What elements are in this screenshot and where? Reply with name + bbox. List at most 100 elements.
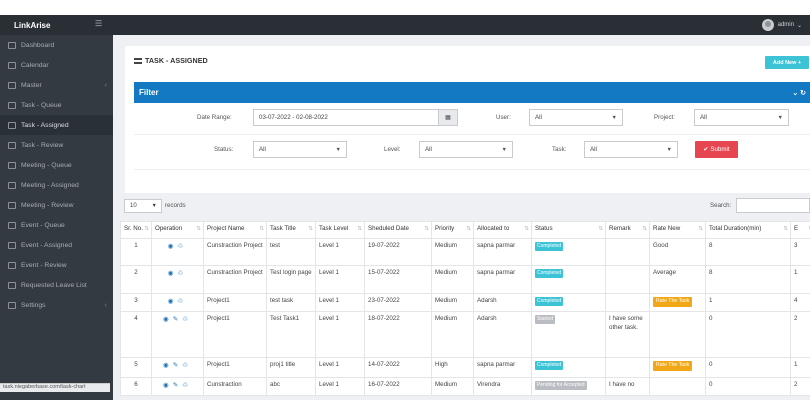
add-new-button[interactable]: Add New + bbox=[765, 56, 809, 69]
rate-task-button[interactable]: Rate The Task bbox=[653, 297, 693, 307]
view-icon[interactable]: ◉ bbox=[163, 381, 169, 390]
date-range-value: 03-07-2022 - 02-08-2022 bbox=[259, 114, 328, 121]
table-cell: Pending for Accepted bbox=[531, 377, 606, 396]
view-icon[interactable]: ◉ bbox=[168, 242, 174, 251]
cell-text: Cunstraction Project bbox=[207, 269, 263, 276]
search-input[interactable] bbox=[736, 198, 810, 213]
sidebar-item-label: Task - Review bbox=[21, 141, 64, 149]
cell-text: 0 bbox=[709, 381, 713, 388]
cell-text: Adarsh bbox=[477, 315, 497, 322]
table-cell: Project1 bbox=[203, 357, 267, 378]
column-header[interactable]: E⇅ bbox=[790, 221, 810, 239]
table-cell: Level 1 bbox=[315, 265, 365, 294]
cell-text: test bbox=[270, 242, 280, 249]
user-label: User: bbox=[496, 114, 511, 121]
menu-toggle-icon[interactable]: ☰ bbox=[95, 19, 102, 28]
table-cell: 1 bbox=[790, 357, 810, 378]
column-header[interactable]: Rate New ⇅ bbox=[649, 221, 706, 239]
status-label: Status: bbox=[214, 146, 234, 153]
user-select[interactable]: All ▼ bbox=[529, 109, 623, 126]
table-row: 6 ◉ ✎ ♲ Cunstraction abc Level 1 16-07-2022 Medi… bbox=[120, 377, 810, 396]
status-select-value: All bbox=[259, 146, 266, 153]
sidebar-item[interactable]: Task - Assigned bbox=[0, 115, 113, 135]
table-cell: 19-07-2022 bbox=[364, 238, 432, 266]
table-cell: 3 bbox=[790, 238, 810, 266]
sidebar-item-label: Dashboard bbox=[21, 41, 55, 49]
view-icon[interactable]: ◉ bbox=[168, 297, 174, 306]
edit-icon[interactable]: ✎ bbox=[173, 315, 178, 324]
column-header[interactable]: Sheduled Date ⇅ bbox=[364, 221, 432, 239]
column-header[interactable]: Total Duration(min) ⇅ bbox=[705, 221, 791, 239]
cell-text: 8 bbox=[709, 269, 713, 276]
edit-icon[interactable]: ✎ bbox=[173, 361, 178, 370]
filter-header[interactable]: Filter ⌄ ↻ bbox=[134, 82, 810, 103]
column-header[interactable]: Remark ⇅ bbox=[605, 221, 650, 239]
status-select[interactable]: All ▼ bbox=[253, 141, 347, 158]
sort-icon: ⇅ bbox=[144, 226, 149, 232]
chevron-down-icon: ▼ bbox=[501, 147, 507, 153]
sidebar-item[interactable]: Event - Queue bbox=[0, 215, 113, 235]
table-cell: Cunstraction Project bbox=[203, 238, 267, 266]
list-icon bbox=[8, 121, 16, 129]
column-header[interactable]: Status ⇅ bbox=[531, 221, 606, 239]
sidebar-item[interactable]: Task - Review bbox=[0, 135, 113, 155]
column-header[interactable]: Project Name ⇅ bbox=[203, 221, 267, 239]
edit-icon[interactable]: ✎ bbox=[173, 381, 178, 390]
sidebar-item[interactable]: Dashboard bbox=[0, 35, 113, 55]
table-cell: test task bbox=[266, 293, 316, 312]
sidebar-item[interactable]: Task - Queue bbox=[0, 95, 113, 115]
delete-icon[interactable]: ♲ bbox=[182, 315, 188, 324]
sidebar-item[interactable]: Master ‹ bbox=[0, 75, 113, 95]
sort-icon: ⇅ bbox=[424, 226, 429, 232]
project-select[interactable]: All ▼ bbox=[694, 109, 789, 126]
table-cell: 5 bbox=[120, 357, 152, 378]
table-cell: Medium bbox=[431, 377, 474, 396]
level-select[interactable]: All ▼ bbox=[419, 141, 513, 158]
collapse-refresh-icons[interactable]: ⌄ ↻ bbox=[792, 89, 806, 97]
sidebar-item[interactable]: Settings ‹ bbox=[0, 295, 113, 315]
delete-icon[interactable]: ♲ bbox=[177, 242, 183, 251]
delete-icon[interactable]: ♲ bbox=[182, 381, 188, 390]
table-cell: sapna parmar bbox=[473, 238, 532, 266]
cell-text: 6 bbox=[134, 381, 138, 388]
table-cell: Good bbox=[649, 238, 706, 266]
table-row: 3 ◉ ♲ Project1 test task Level 1 23-07-2022 Med… bbox=[120, 293, 810, 312]
delete-icon[interactable]: ♲ bbox=[177, 269, 183, 278]
table-cell: Medium bbox=[431, 265, 474, 294]
date-range-input[interactable]: 03-07-2022 - 02-08-2022 ▦ bbox=[253, 109, 458, 126]
sidebar-item[interactable]: Event - Review bbox=[0, 255, 113, 275]
sidebar-item[interactable]: Meeting - Review bbox=[0, 195, 113, 215]
user-menu[interactable]: admin ⌄ bbox=[761, 19, 810, 31]
records-length-select[interactable]: 10 ▼ bbox=[124, 199, 162, 213]
delete-icon[interactable]: ♲ bbox=[182, 361, 188, 370]
table-cell: 8 bbox=[705, 265, 791, 294]
column-header[interactable]: Priority ⇅ bbox=[431, 221, 474, 239]
table-cell: 2 bbox=[790, 311, 810, 358]
status-badge: Completed bbox=[535, 242, 564, 252]
rate-task-button[interactable]: Rate The Task bbox=[653, 361, 693, 371]
column-header[interactable]: Operation ⇅ bbox=[151, 221, 204, 239]
submit-button[interactable]: ✔ Submit bbox=[695, 141, 738, 158]
column-header[interactable]: Allocated to ⇅ bbox=[473, 221, 532, 239]
table-cell: 0 bbox=[705, 357, 791, 378]
sidebar-item-label: Settings bbox=[21, 301, 46, 309]
calendar-icon[interactable]: ▦ bbox=[438, 110, 457, 125]
view-icon[interactable]: ◉ bbox=[168, 269, 174, 278]
sidebar-item[interactable]: Requested Leave List bbox=[0, 275, 113, 295]
sidebar-item[interactable]: Meeting - Assigned bbox=[0, 175, 113, 195]
sidebar-item[interactable]: Event - Assigned bbox=[0, 235, 113, 255]
table-cell: Adarsh bbox=[473, 293, 532, 312]
view-icon[interactable]: ◉ bbox=[163, 315, 169, 324]
column-header[interactable]: Sr. No. ⇅ bbox=[120, 221, 152, 239]
sidebar-item[interactable]: Calendar bbox=[0, 55, 113, 75]
brand-logo[interactable]: LinkArise ☰ bbox=[0, 15, 113, 35]
column-header-label: Sheduled Date bbox=[368, 225, 409, 232]
delete-icon[interactable]: ♲ bbox=[177, 297, 183, 306]
table-cell: 4 bbox=[120, 311, 152, 358]
sidebar-item[interactable]: Meeting - Queue bbox=[0, 155, 113, 175]
event-icon bbox=[8, 261, 16, 269]
column-header[interactable]: Task Level ⇅ bbox=[315, 221, 365, 239]
task-select[interactable]: All ▼ bbox=[584, 141, 678, 158]
column-header[interactable]: Task Title ⇅ bbox=[266, 221, 316, 239]
view-icon[interactable]: ◉ bbox=[163, 361, 169, 370]
